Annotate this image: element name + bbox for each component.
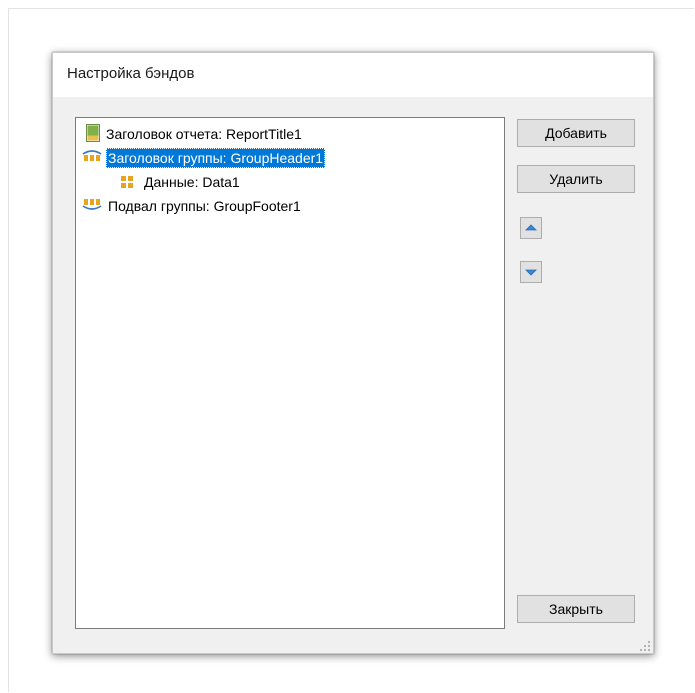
group-header-icon — [82, 148, 102, 168]
tree-item-label: Подвал группы: GroupFooter1 — [108, 198, 301, 214]
arrow-up-icon — [521, 224, 541, 241]
report-title-icon — [86, 124, 100, 147]
bands-tree[interactable]: Заголовок отчета: ReportTitle1 Заголовок… — [75, 117, 505, 629]
tree-item-group-header[interactable]: Заголовок группы: GroupHeader1 — [82, 148, 326, 168]
dialog-titlebar: Настройка бэндов — [53, 53, 653, 97]
move-up-button[interactable] — [520, 217, 542, 239]
add-button[interactable]: Добавить — [517, 119, 635, 147]
group-footer-icon — [82, 196, 102, 216]
tree-item-label: Заголовок группы: GroupHeader1 — [106, 148, 326, 168]
tree-item-data[interactable]: Данные: Data1 — [120, 172, 242, 192]
tree-item-report-title[interactable]: Заголовок отчета: ReportTitle1 — [86, 124, 304, 144]
move-down-button[interactable] — [520, 261, 542, 283]
resize-grip-icon[interactable] — [639, 639, 651, 651]
arrow-down-icon — [521, 269, 541, 285]
band-settings-dialog: Настройка бэндов Заголовок отчета: Repor… — [52, 52, 654, 654]
dialog-title: Настройка бэндов — [67, 65, 195, 82]
tree-item-label: Данные: Data1 — [144, 174, 240, 190]
delete-button[interactable]: Удалить — [517, 165, 635, 193]
tree-item-group-footer[interactable]: Подвал группы: GroupFooter1 — [82, 196, 303, 216]
data-band-icon — [120, 172, 134, 194]
tree-item-label: Заголовок отчета: ReportTitle1 — [106, 126, 302, 142]
close-button[interactable]: Закрыть — [517, 595, 635, 623]
